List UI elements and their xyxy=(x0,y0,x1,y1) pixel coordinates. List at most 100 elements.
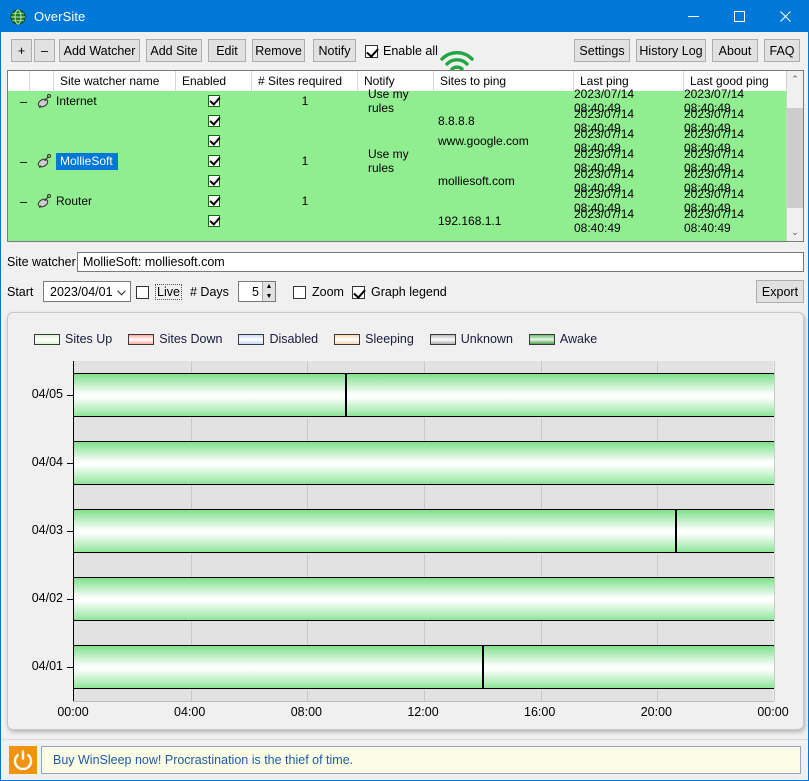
status-bar: Buy WinSleep now! Procrastination is the… xyxy=(2,739,808,779)
chart-x-label: 12:00 xyxy=(407,705,439,719)
legend-item: Sites Down xyxy=(128,332,222,346)
table-cell[interactable] xyxy=(434,91,574,111)
export-button[interactable]: Export xyxy=(756,280,804,303)
row-enabled-checkbox[interactable] xyxy=(176,171,252,191)
grid-body[interactable]: – Internet 1 Use my rules 2023/07/14 08:40:4… xyxy=(8,87,803,241)
scroll-down-arrow[interactable]: ⌄ xyxy=(787,224,803,241)
site-watcher-input[interactable]: MollieSoft: molliesoft.com xyxy=(77,252,804,272)
row-enabled-checkbox[interactable] xyxy=(176,211,252,231)
expander-collapse-icon[interactable]: – xyxy=(18,195,29,208)
window-controls xyxy=(670,1,808,32)
spin-down-icon[interactable]: ▼ xyxy=(263,292,275,302)
table-cell[interactable]: 2023/07/14 08:40:49 xyxy=(684,207,788,235)
chart-bar[interactable] xyxy=(74,373,774,417)
row-enabled-checkbox[interactable] xyxy=(176,111,252,131)
table-cell[interactable]: 1 xyxy=(252,151,358,171)
table-cell[interactable]: molliesoft.com xyxy=(434,171,574,191)
table-cell[interactable]: 1 xyxy=(252,191,358,211)
satellite-dish-icon xyxy=(37,94,52,112)
title-bar: OverSite xyxy=(1,1,808,32)
chart-plot-area[interactable] xyxy=(73,361,775,701)
table-cell[interactable] xyxy=(358,191,434,211)
chevron-down-icon xyxy=(117,285,126,299)
graph-legend-checkbox[interactable]: Graph legend xyxy=(352,281,447,303)
chart-x-label: 00:00 xyxy=(757,705,789,719)
row-enabled-checkbox[interactable] xyxy=(176,131,252,151)
grid-header-cell[interactable]: Site watcher name xyxy=(54,71,176,91)
remove-row-button[interactable]: – xyxy=(34,39,55,62)
row-enabled-checkbox[interactable] xyxy=(176,91,252,111)
faq-button[interactable]: FAQ xyxy=(764,39,800,62)
table-cell[interactable] xyxy=(434,151,574,171)
table-cell[interactable] xyxy=(358,211,434,231)
scroll-thumb[interactable] xyxy=(787,108,803,208)
add-watcher-button[interactable]: Add Watcher xyxy=(59,39,140,62)
about-button[interactable]: About xyxy=(712,39,758,62)
table-cell[interactable] xyxy=(252,171,358,191)
chart-x-label: 04:00 xyxy=(174,705,206,719)
remove-button[interactable]: Remove xyxy=(252,39,305,62)
site-watcher-name-cell[interactable]: MollieSoft xyxy=(56,151,118,171)
maximize-button[interactable] xyxy=(716,1,762,32)
window-title: OverSite xyxy=(34,9,86,24)
site-watcher-name-cell[interactable]: Internet xyxy=(56,91,97,111)
table-cell[interactable] xyxy=(358,111,434,131)
days-stepper[interactable]: 5 ▲ ▼ xyxy=(238,281,276,302)
chart-legend: Sites Up Sites Down Disabled Sleeping Unknow… xyxy=(34,332,597,346)
table-cell[interactable]: Use my rules xyxy=(358,147,434,175)
checkbox-box xyxy=(208,175,220,187)
settings-button[interactable]: Settings xyxy=(574,39,630,62)
table-cell[interactable]: 192.168.1.1 xyxy=(434,211,574,231)
table-cell[interactable] xyxy=(434,191,574,211)
table-cell[interactable] xyxy=(252,131,358,151)
expander-collapse-icon[interactable]: – xyxy=(18,155,29,168)
chart-bar[interactable] xyxy=(74,577,774,621)
chart-x-axis xyxy=(73,701,774,702)
grid-header-cell[interactable]: Sites to ping xyxy=(434,71,574,91)
row-enabled-checkbox[interactable] xyxy=(176,191,252,211)
zoom-checkbox[interactable]: Zoom xyxy=(293,281,344,303)
site-watcher-name-cell[interactable]: Router xyxy=(56,191,92,211)
expander-collapse-icon[interactable]: – xyxy=(18,95,29,108)
site-watchers-grid[interactable]: Site watcher name Enabled # Sites required… xyxy=(7,70,804,242)
table-cell[interactable] xyxy=(252,211,358,231)
live-checkbox[interactable]: Live xyxy=(136,281,182,303)
grid-header-cell[interactable] xyxy=(8,71,30,91)
ad-banner[interactable]: Buy WinSleep now! Procrastination is the… xyxy=(41,746,801,774)
checkbox-box xyxy=(208,215,220,227)
legend-label: Sites Up xyxy=(65,332,113,346)
table-cell[interactable] xyxy=(252,111,358,131)
days-spin-arrows[interactable]: ▲ ▼ xyxy=(262,282,275,301)
grid-header-cell[interactable]: Enabled xyxy=(176,71,252,91)
close-button[interactable] xyxy=(762,1,808,32)
table-cell[interactable]: Use my rules xyxy=(358,87,434,115)
row-enabled-checkbox[interactable] xyxy=(176,151,252,171)
notify-button[interactable]: Notify xyxy=(313,39,356,62)
table-cell[interactable] xyxy=(358,171,434,191)
table-cell[interactable]: 8.8.8.8 xyxy=(434,111,574,131)
chart-bar[interactable] xyxy=(74,441,774,485)
legend-swatch xyxy=(429,333,456,345)
scroll-up-arrow[interactable]: ⌃ xyxy=(787,71,803,88)
minimize-button[interactable] xyxy=(670,1,716,32)
power-icon[interactable] xyxy=(9,746,37,774)
site-watcher-name-text: Internet xyxy=(56,94,97,108)
table-cell[interactable]: 1 xyxy=(252,91,358,111)
add-row-button[interactable]: + xyxy=(11,39,32,62)
table-cell[interactable]: www.google.com xyxy=(434,131,574,151)
grid-header-cell[interactable] xyxy=(30,71,54,91)
spin-up-icon[interactable]: ▲ xyxy=(263,282,275,292)
chart-bar[interactable] xyxy=(74,509,774,553)
grid-header-cell[interactable]: # Sites required xyxy=(252,71,358,91)
start-date-combobox[interactable]: 2023/04/01 xyxy=(43,281,131,302)
chart-bar[interactable] xyxy=(74,645,774,689)
chart-x-label: 08:00 xyxy=(290,705,322,719)
add-site-button[interactable]: Add Site xyxy=(146,39,202,62)
table-row[interactable]: 192.168.1.1 2023/07/14 08:40:49 2023/07/14… xyxy=(8,207,803,235)
history-log-button[interactable]: History Log xyxy=(636,39,706,62)
table-cell[interactable]: 2023/07/14 08:40:49 xyxy=(574,207,684,235)
days-value[interactable]: 5 xyxy=(239,285,262,299)
enable-all-checkbox[interactable]: Enable all xyxy=(365,44,438,58)
edit-button[interactable]: Edit xyxy=(208,39,246,62)
grid-vertical-scrollbar[interactable]: ⌃ ⌄ xyxy=(786,71,803,241)
